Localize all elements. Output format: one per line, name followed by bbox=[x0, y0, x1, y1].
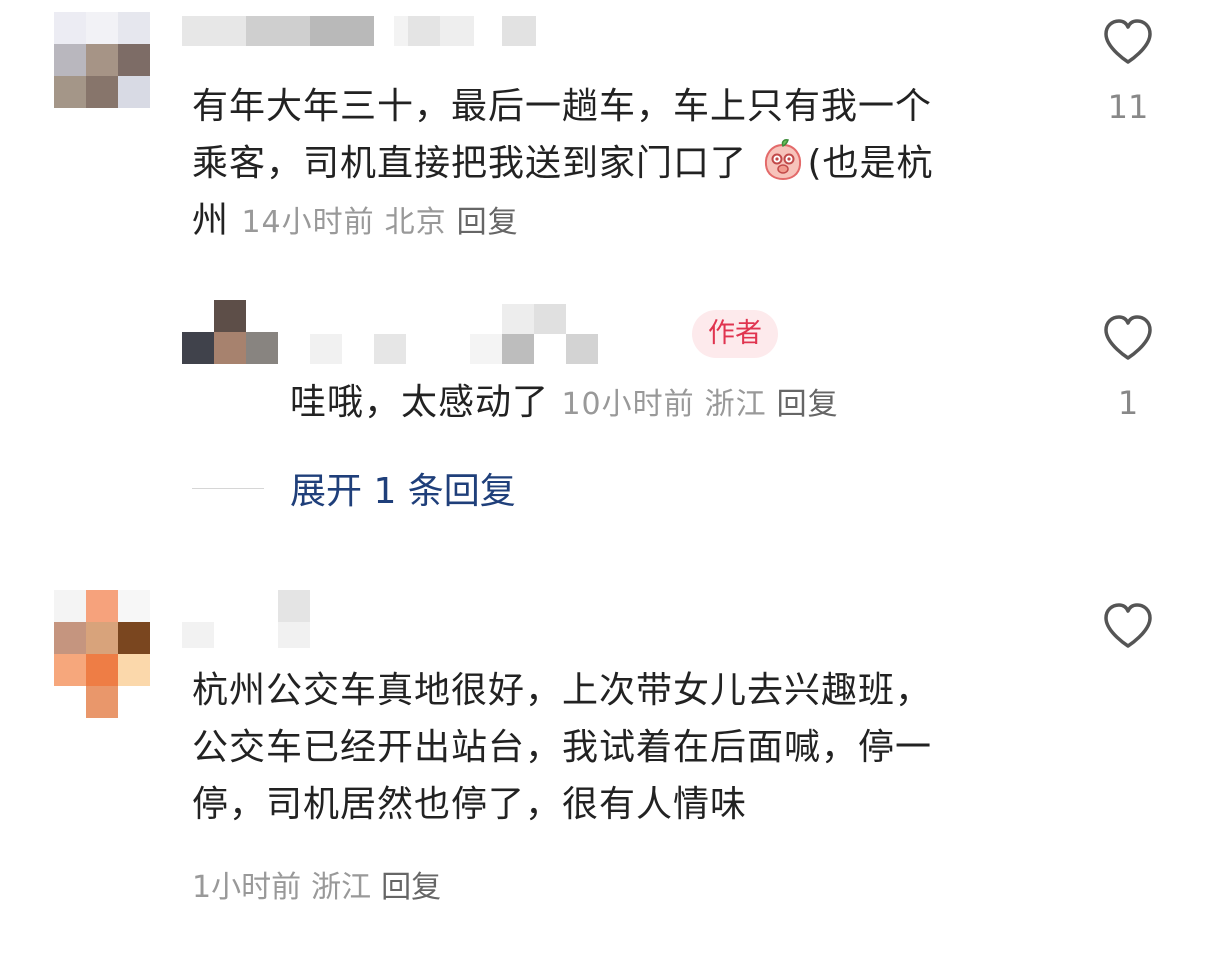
expand-replies-button[interactable]: 展开 1 条回复 bbox=[192, 462, 516, 514]
avatar[interactable] bbox=[54, 590, 150, 718]
comment-location: 浙江 bbox=[704, 387, 767, 422]
like-area: 11 bbox=[1088, 18, 1168, 126]
like-area bbox=[1088, 602, 1168, 650]
peach-emoji-icon bbox=[761, 137, 805, 181]
heart-icon[interactable] bbox=[1088, 18, 1168, 66]
divider bbox=[192, 487, 264, 489]
heart-icon[interactable] bbox=[1088, 602, 1168, 650]
reply-text: 哇哦，太感动了 bbox=[290, 382, 550, 423]
username-blurred[interactable] bbox=[310, 300, 610, 364]
comment-line: 乘客，司机直接把我送到家门口了 bbox=[192, 143, 748, 184]
comment-body[interactable]: 有年大年三十，最后一趟车，车上只有我一个 乘客，司机直接把我送到家门口了 (也是… bbox=[192, 78, 934, 251]
reply-button[interactable]: 回复 bbox=[777, 387, 839, 422]
comment-line-tail: (也是杭 bbox=[807, 143, 934, 184]
comment-location: 北京 bbox=[384, 205, 447, 240]
comment-line: 停，司机居然也停了，很有人情味 bbox=[192, 784, 748, 825]
username-blurred[interactable] bbox=[182, 12, 542, 76]
like-count: 1 bbox=[1117, 384, 1139, 422]
avatar[interactable] bbox=[54, 12, 150, 108]
comment-meta: 1小时前 浙江 回复 bbox=[192, 866, 451, 910]
comment-time: 14小时前 bbox=[241, 205, 375, 240]
comment-line: 公交车已经开出站台，我试着在后面喊，停一 bbox=[192, 727, 933, 768]
reply-button[interactable]: 回复 bbox=[381, 870, 441, 905]
like-count: 11 bbox=[1107, 88, 1149, 126]
reply-body[interactable]: 哇哦，太感动了 10小时前 浙江 回复 bbox=[290, 374, 849, 433]
comment-meta: 10小时前 浙江 回复 bbox=[561, 387, 848, 422]
comment-time: 1小时前 bbox=[192, 870, 302, 905]
comment-meta: 14小时前 北京 回复 bbox=[241, 205, 528, 240]
expand-replies-label: 展开 1 条回复 bbox=[290, 471, 516, 512]
avatar[interactable] bbox=[182, 300, 278, 364]
comment-line: 州 bbox=[192, 200, 230, 241]
reply-button[interactable]: 回复 bbox=[457, 205, 519, 240]
comment-line: 杭州公交车真地很好，上次带女儿去兴趣班， bbox=[192, 670, 933, 711]
username-blurred[interactable] bbox=[182, 590, 322, 654]
comment-body[interactable]: 杭州公交车真地很好，上次带女儿去兴趣班， 公交车已经开出站台，我试着在后面喊，停… bbox=[192, 662, 932, 833]
comment-location: 浙江 bbox=[311, 870, 372, 905]
comment-line: 有年大年三十，最后一趟车，车上只有我一个 bbox=[192, 86, 933, 127]
like-area: 1 bbox=[1088, 314, 1168, 422]
heart-icon[interactable] bbox=[1088, 314, 1168, 362]
comment-time: 10小时前 bbox=[561, 387, 695, 422]
author-badge: 作者 bbox=[692, 310, 778, 358]
